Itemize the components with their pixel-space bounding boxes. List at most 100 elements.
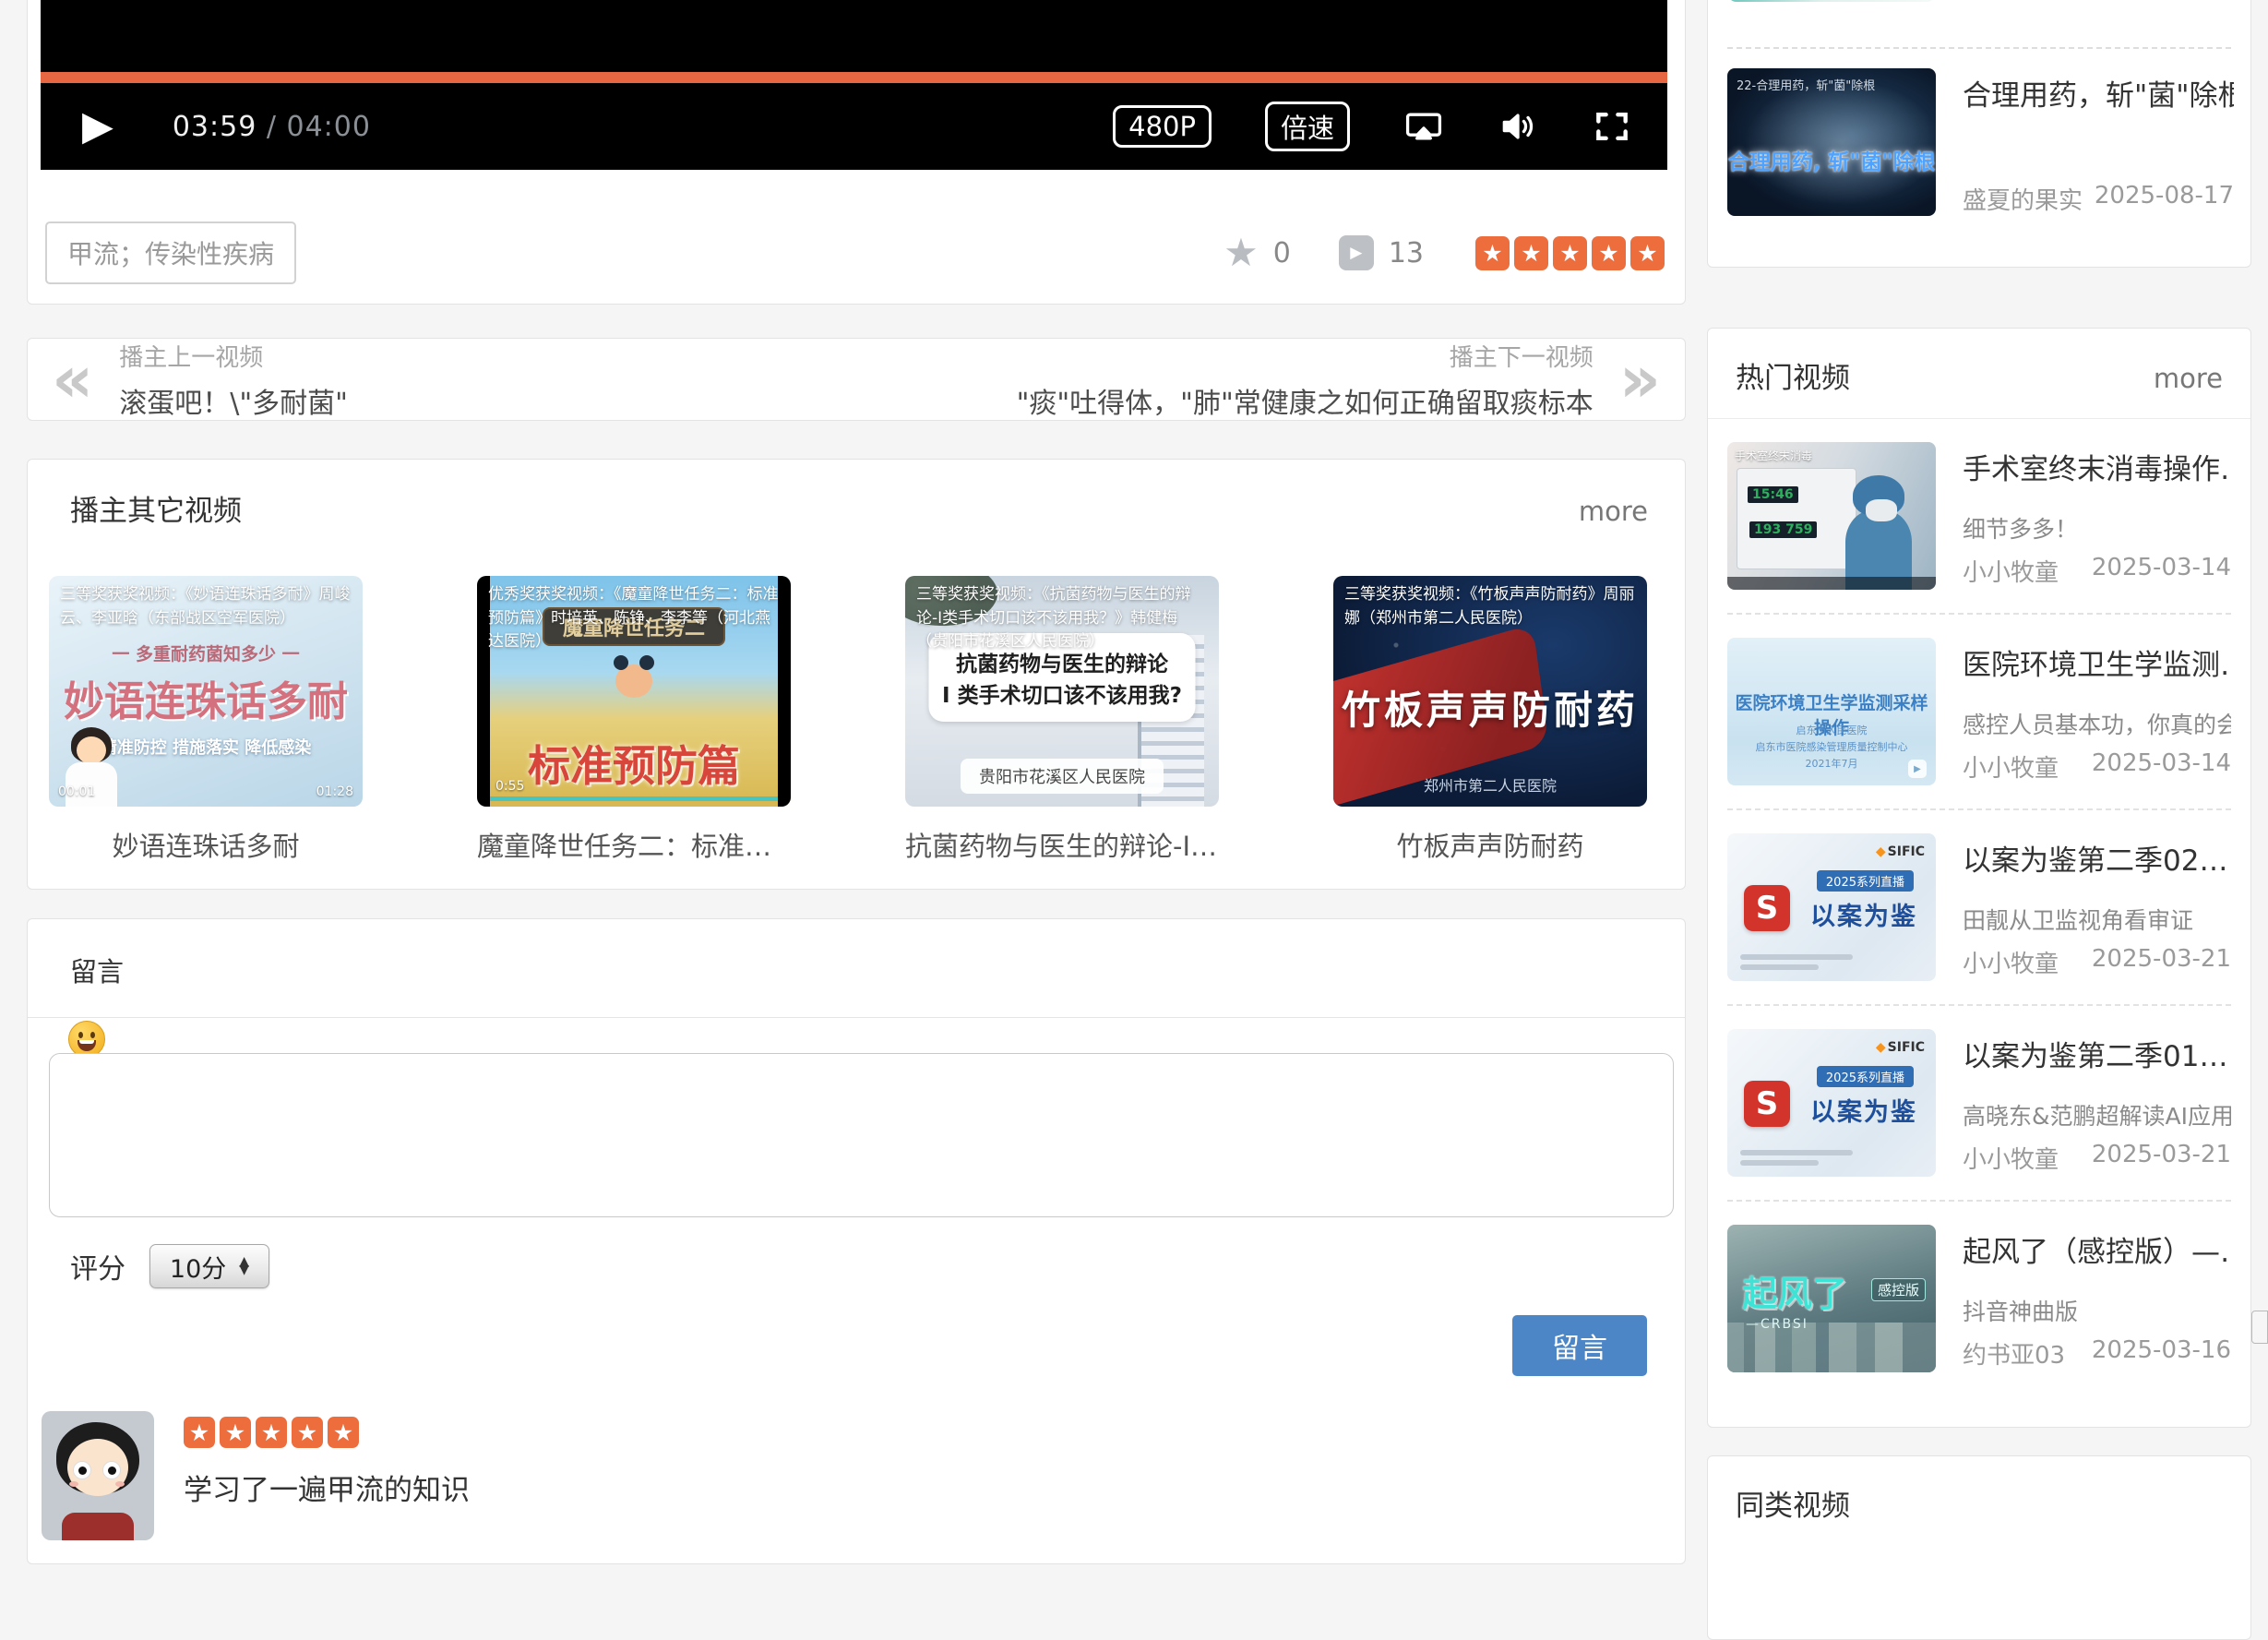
thumbnail-overlay-text: 优秀奖获奖视频：《魔童降世任务二：标准预防篇》时培英、陈铮、李李等（河北燕达医院… — [488, 583, 780, 654]
rating-star-icon[interactable]: ★ — [1514, 236, 1548, 270]
hot-videos-more-link[interactable]: more — [2154, 363, 2223, 394]
hot-video-item[interactable]: ◆SIFIC 2025系列直播 以案为鉴 S 以案为鉴第二季01… 高晓东&范鹏… — [1727, 1029, 2231, 1177]
rating-star-icon[interactable]: ★ — [1553, 236, 1587, 270]
thumbnail-title-text: 以案为鉴 — [1810, 896, 1917, 932]
hot-video-thumbnail[interactable]: ◆SIFIC 2025系列直播 以案为鉴 S — [1727, 1029, 1936, 1177]
prev-video-link[interactable]: 播主上一视频 滚蛋吧！\"多耐菌" — [119, 339, 348, 421]
control-panel-graphic — [1737, 468, 1856, 569]
rating-select-value: 10分 — [170, 1249, 226, 1285]
rating-star-icon[interactable]: ★ — [1630, 236, 1665, 270]
submit-comment-button[interactable]: 留言 — [1512, 1315, 1647, 1376]
time-total: 04:00 — [287, 111, 371, 143]
sidebar-recent-card: 22-合理用药，斩"菌"除根 合理用药, 斩"菌"除根 合理用药，斩"菌"除根 … — [1707, 0, 2251, 268]
select-arrows-icon: ▲▼ — [239, 1258, 249, 1274]
hot-video-title[interactable]: 以案为鉴第二季02… — [1963, 837, 2231, 879]
chevron-left-icon[interactable]: « — [52, 353, 93, 405]
hot-video-thumbnail[interactable]: 起风了 感控版 —CRBSI — [1727, 1225, 1936, 1372]
other-video-title[interactable]: 竹板声声防耐药 — [1333, 825, 1647, 864]
hot-video-item[interactable]: 手术室终末消毒 15:46 193 759 手术室终末消毒操作… 细节多多！ 小… — [1727, 442, 2231, 590]
other-video-thumbnail[interactable]: 三等奖获奖视频：《竹板声声防耐药》周丽娜（郑州市第二人民医院） 竹板声声防耐药 … — [1333, 576, 1647, 807]
hot-video-title[interactable]: 医院环境卫生学监测… — [1963, 641, 2231, 683]
video-card: ▶ 03:59 / 04:00 480P 倍速 甲流；传染 — [27, 0, 1686, 305]
cast-icon[interactable] — [1403, 106, 1444, 147]
chevron-right-icon[interactable]: » — [1619, 353, 1661, 405]
fine-print-placeholder — [1740, 950, 1853, 970]
hot-video-title[interactable]: 起风了（感控版）—… — [1963, 1228, 2231, 1270]
thumbnail-title-text: 合理用药, 斩"菌"除根 — [1727, 144, 1936, 175]
rating-star-icon: ★ — [184, 1417, 215, 1448]
video-meta-row: 甲流；传染性疾病 ★ 0 ▶ 13 ★ ★ ★ ★ ★ — [45, 221, 1665, 285]
rating-star-icon[interactable]: ★ — [1475, 236, 1510, 270]
video-player[interactable]: ▶ 03:59 / 04:00 480P 倍速 — [41, 0, 1667, 170]
progress-bar[interactable] — [41, 72, 1667, 83]
play-count: 13 — [1389, 237, 1424, 269]
time-display: 03:59 / 04:00 — [173, 111, 371, 143]
hot-video-author: 小小牧童 — [1963, 749, 2059, 784]
other-video-thumbnail[interactable]: 优秀奖获奖视频：《魔童降世任务二：标准预防篇》时培英、陈铮、李李等（河北燕达医院… — [477, 576, 791, 807]
speed-button[interactable]: 倍速 — [1265, 102, 1350, 151]
hot-video-author: 小小牧童 — [1963, 554, 2059, 588]
commenter-avatar — [42, 1411, 154, 1540]
fullscreen-icon[interactable] — [1592, 106, 1632, 147]
hot-video-item[interactable]: ◆SIFIC 2025系列直播 以案为鉴 S 以案为鉴第二季02… 田靓从卫监视… — [1727, 833, 2231, 981]
dashed-divider — [1727, 808, 2231, 810]
sidebar-video-author: 盛夏的果实 — [1963, 182, 2083, 216]
next-video-label: 播主下一视频 — [1017, 339, 1594, 373]
next-video-link[interactable]: 播主下一视频 "痰"吐得体，"肺"常健康之如何正确留取痰标本 — [1017, 339, 1594, 421]
play-count-icon: ▶ — [1339, 235, 1374, 270]
time-current: 03:59 — [173, 111, 257, 143]
other-video-thumbnail[interactable]: 三等奖获奖视频：《妙语连珠话多耐》周峻云、李亚晗（东部战区空军医院） 一 多重耐… — [49, 576, 363, 807]
cutoff-thumbnail[interactable] — [1727, 0, 1936, 2]
panel-display-text: 15:46 — [1748, 486, 1798, 503]
thumbnail-series-pill: 2025系列直播 — [1817, 870, 1914, 892]
hot-video-item[interactable]: 医院环境卫生学监测采样操作 启东市人民医院 启东市医院感染管理质量控制中心 20… — [1727, 638, 2231, 785]
emoji-button[interactable] — [68, 1021, 105, 1058]
hot-video-date: 2025-03-21 — [2092, 1141, 2231, 1175]
rating-star-icon[interactable]: ★ — [1592, 236, 1626, 270]
video-tag[interactable]: 甲流；传染性疾病 — [45, 221, 296, 284]
thumbnail-title-text: 竹板声声防耐药 — [1333, 679, 1647, 736]
hot-videos-card: 热门视频 more 手术室终末消毒 15:46 193 759 手术室终末消毒操… — [1707, 328, 2251, 1428]
other-video-title[interactable]: 魔童降世任务二：标准预防篇 — [477, 825, 791, 864]
dashed-divider — [1727, 613, 2231, 615]
hot-video-thumbnail[interactable]: 手术室终末消毒 15:46 193 759 — [1727, 442, 1936, 590]
hot-video-date: 2025-03-14 — [2092, 749, 2231, 784]
hot-video-date: 2025-03-21 — [2092, 945, 2231, 979]
sidebar-video-thumbnail[interactable]: 22-合理用药，斩"菌"除根 合理用药, 斩"菌"除根 — [1727, 68, 1936, 216]
volume-icon[interactable] — [1498, 106, 1538, 147]
panel-display-text: 193 759 — [1749, 521, 1817, 538]
other-video-title[interactable]: 妙语连珠话多耐 — [49, 825, 363, 864]
play-button[interactable]: ▶ — [82, 106, 113, 147]
video-rating[interactable]: ★ ★ ★ ★ ★ — [1475, 236, 1665, 270]
thumbnail-title-text: 妙语连珠话多耐 — [49, 668, 363, 727]
other-video-title[interactable]: 抗菌药物与医生的辩论-I类手… — [905, 825, 1219, 864]
favorite-star-icon[interactable]: ★ — [1224, 233, 1259, 272]
other-videos-more-link[interactable]: more — [1579, 496, 1648, 527]
sidebar-video-title[interactable]: 合理用药，斩"菌"除根 — [1963, 72, 2234, 114]
nurse-mask-graphic — [1866, 499, 1897, 521]
dashed-divider — [1727, 1200, 2231, 1202]
hot-video-thumbnail[interactable]: ◆SIFIC 2025系列直播 以案为鉴 S — [1727, 833, 1936, 981]
hot-video-author: 小小牧童 — [1963, 1141, 2059, 1175]
hot-video-desc: 田靓从卫监视角看审证 — [1963, 903, 2231, 936]
scroll-widget[interactable] — [2251, 1311, 2268, 1344]
comment-item: ★ ★ ★ ★ ★ 学习了一遍甲流的知识 — [42, 1411, 470, 1540]
rating-label: 评分 — [70, 1246, 125, 1287]
other-video-thumbnail[interactable]: 三等奖获奖视频：《抗菌药物与医生的辩论-I类手术切口该不该用我？》韩健梅（贵阳市… — [905, 576, 1219, 807]
rating-select[interactable]: 10分 ▲▼ — [149, 1244, 269, 1288]
sidebar-video-date: 2025-08-17 — [2095, 182, 2234, 216]
thumbnail-corner-text: 手术室终末消毒 — [1735, 448, 1812, 463]
hot-video-date: 2025-03-14 — [2092, 554, 2231, 588]
hot-video-title[interactable]: 手术室终末消毒操作… — [1963, 446, 2231, 487]
hot-video-thumbnail[interactable]: 医院环境卫生学监测采样操作 启东市人民医院 启东市医院感染管理质量控制中心 20… — [1727, 638, 1936, 785]
hot-video-desc: 抖音神曲版 — [1963, 1294, 2231, 1327]
comment-textarea[interactable] — [49, 1053, 1674, 1217]
thumbnail-tag-text: 感控版 — [1871, 1278, 1926, 1301]
sific-logo: ◆SIFIC — [1876, 844, 1925, 859]
hot-video-title[interactable]: 以案为鉴第二季01… — [1963, 1033, 2231, 1074]
time-separator: / — [257, 111, 286, 143]
hot-video-author: 小小牧童 — [1963, 945, 2059, 979]
quality-button[interactable]: 480P — [1113, 105, 1212, 148]
rating-star-icon: ★ — [256, 1417, 287, 1448]
hot-video-item[interactable]: 起风了 感控版 —CRBSI 起风了（感控版）—… 抖音神曲版 约书亚03 20… — [1727, 1225, 2231, 1372]
